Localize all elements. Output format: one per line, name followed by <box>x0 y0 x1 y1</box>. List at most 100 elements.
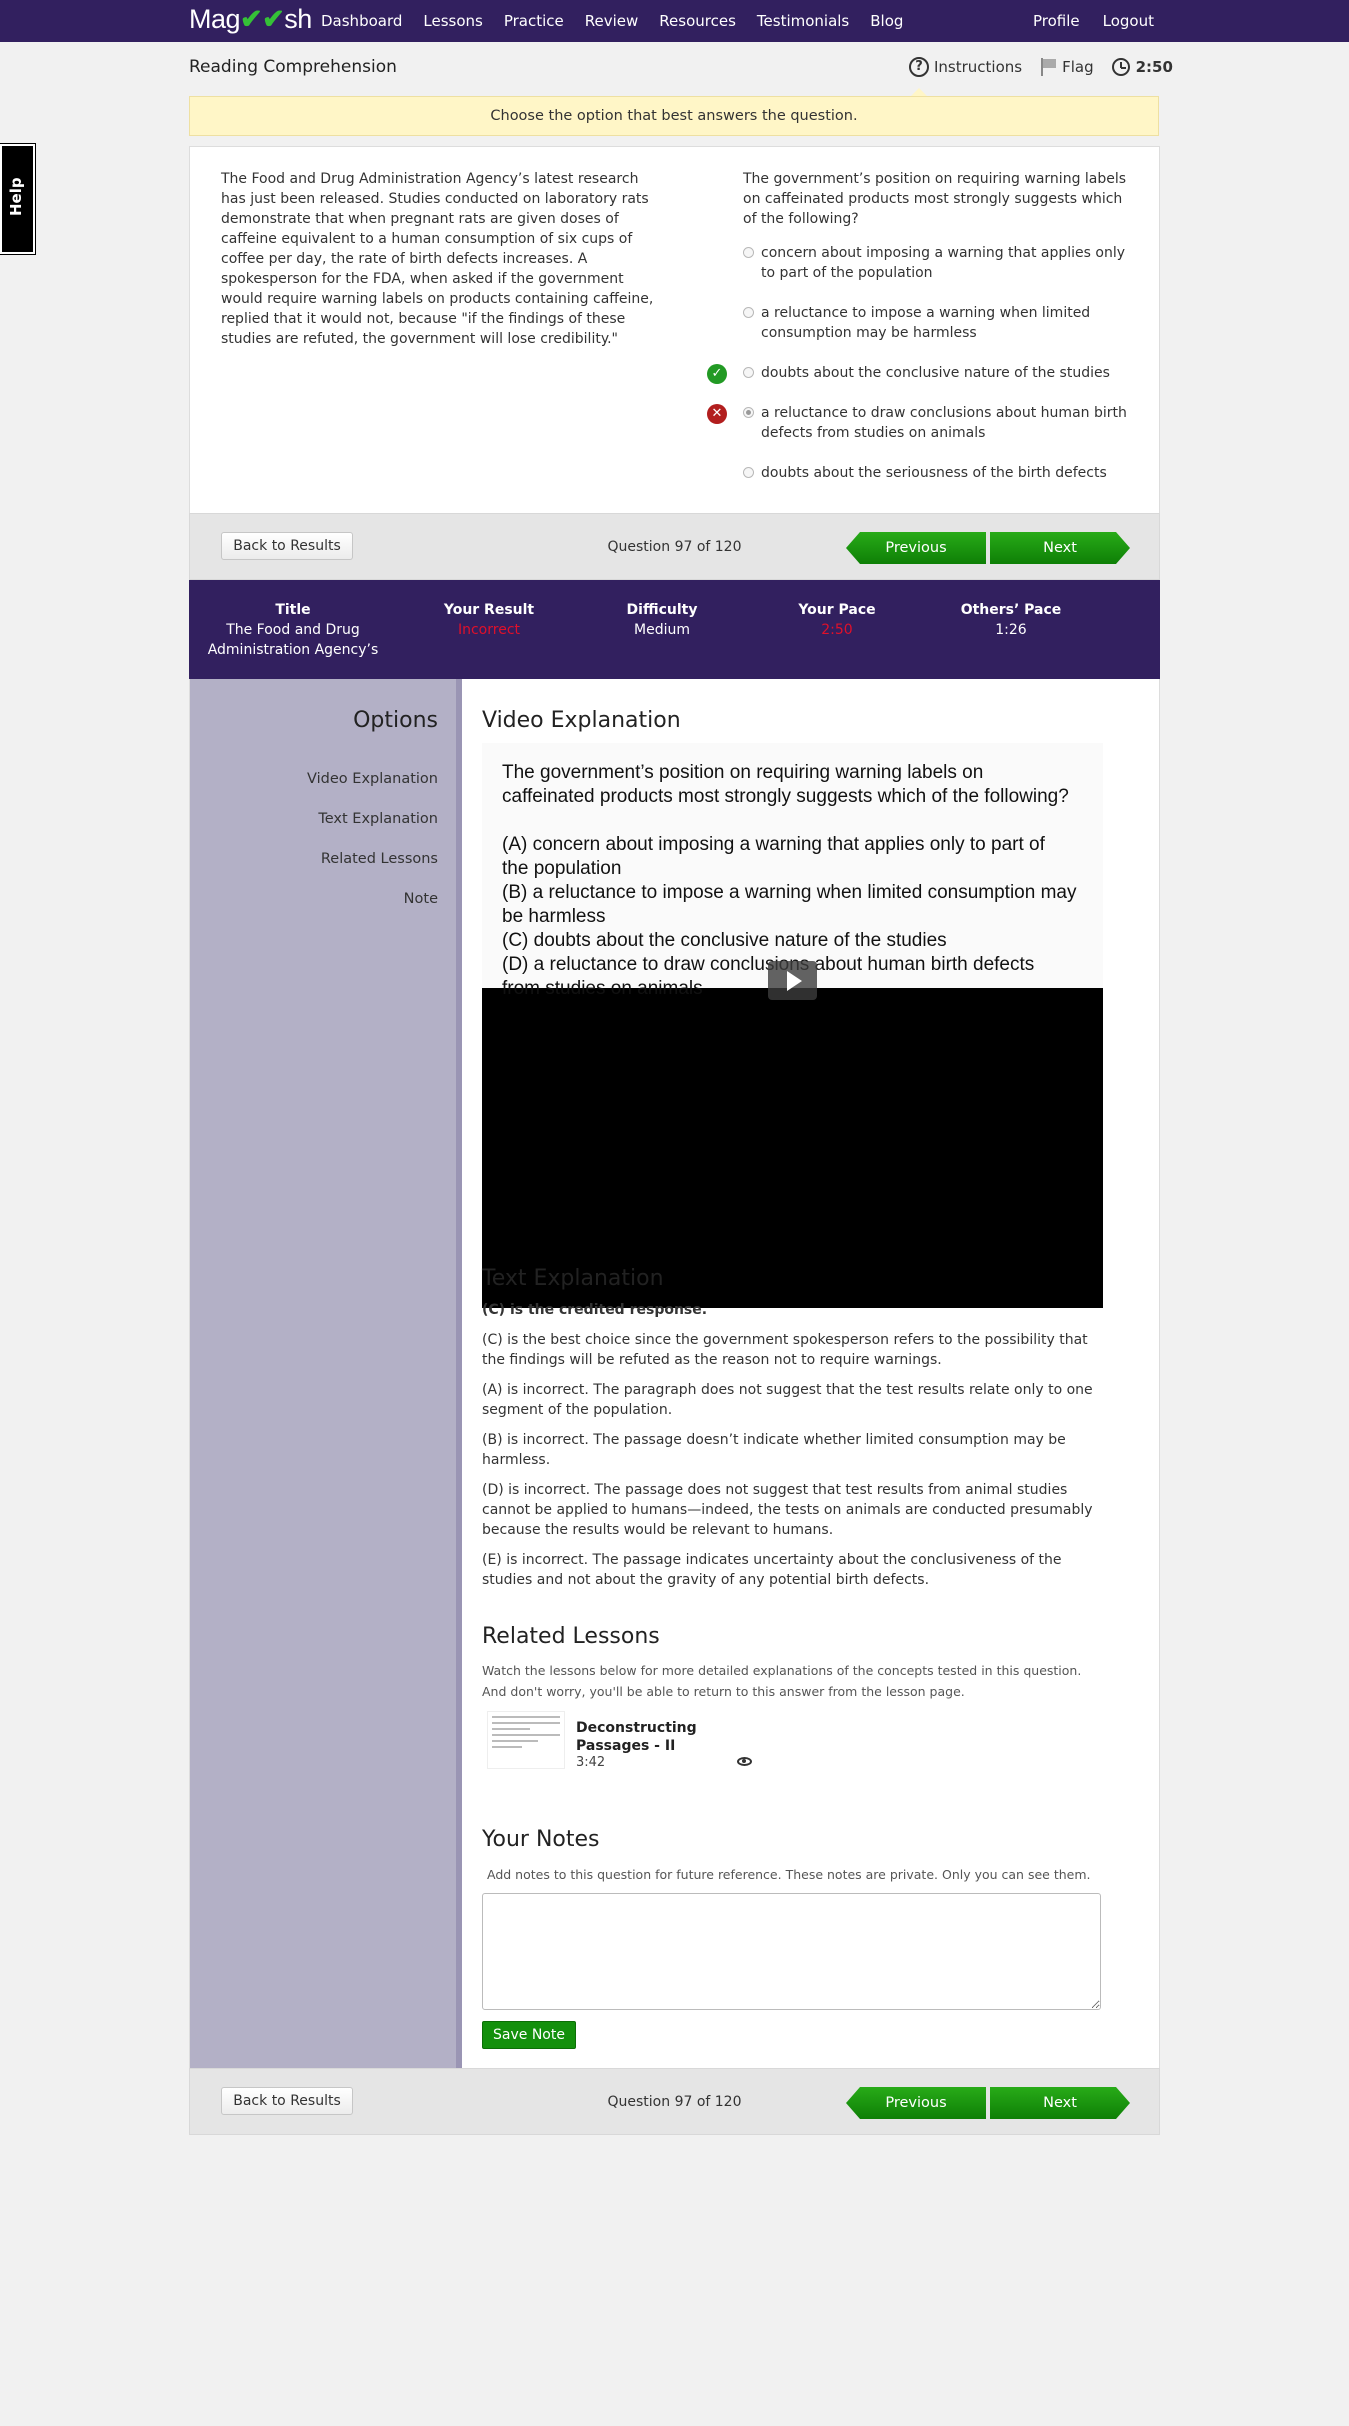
instructions-icon[interactable]: ? <box>909 57 929 77</box>
page-title: Reading Comprehension <box>189 57 397 77</box>
your-notes-heading: Your Notes <box>482 1827 600 1852</box>
account-nav: Profile Logout <box>1010 12 1154 30</box>
lesson-duration: 3:42 <box>576 1755 606 1770</box>
previous-button[interactable]: Previous <box>846 2087 986 2119</box>
stat-value: 1:26 <box>995 622 1027 638</box>
next-button[interactable]: Next <box>990 532 1130 564</box>
nav-link-resources[interactable]: Resources <box>659 12 736 30</box>
main-nav-links: Dashboard Lessons Practice Review Resour… <box>321 12 924 30</box>
question-toolbar: ? Instructions Flag 2:50 <box>909 57 1173 77</box>
instruction-banner: Choose the option that best answers the … <box>189 96 1159 136</box>
video-explanation-heading: Video Explanation <box>482 708 681 733</box>
stat-label: Your Result <box>443 602 535 618</box>
help-tab[interactable]: Help <box>0 143 36 255</box>
stat-title: Title The Food and Drug Administration A… <box>203 600 383 660</box>
next-button[interactable]: Next <box>990 2087 1130 2119</box>
nav-link-profile[interactable]: Profile <box>1033 12 1080 30</box>
explanation-paragraph: (B) is incorrect. The passage doesn’t in… <box>482 1432 1066 1468</box>
video-player[interactable]: The government’s position on requiring w… <box>482 743 1103 1308</box>
text-explanation-heading: Text Explanation <box>482 1266 664 1291</box>
nav-link-practice[interactable]: Practice <box>504 12 564 30</box>
choice-text: doubts about the conclusive nature of th… <box>761 365 1110 381</box>
nav-link-lessons[interactable]: Lessons <box>423 12 482 30</box>
nav-link-logout[interactable]: Logout <box>1103 12 1154 30</box>
radio-button-selected[interactable] <box>743 407 754 418</box>
eye-icon <box>737 1757 752 1766</box>
lesson-thumbnail[interactable] <box>487 1711 565 1769</box>
video-text-line: (A) concern about imposing a warning tha… <box>502 834 1045 855</box>
radio-button[interactable] <box>743 307 754 318</box>
help-tab-label: Help <box>7 177 25 216</box>
passage-text: The Food and Drug Administration Agency’… <box>221 171 654 347</box>
answer-choice-c[interactable]: ✓ doubts about the conclusive nature of … <box>707 363 1138 384</box>
credited-response: (C) is the credited response. <box>482 1302 708 1318</box>
stat-label: Your Pace <box>798 602 876 618</box>
stat-value: Incorrect <box>457 622 521 638</box>
notes-description: Add notes to this question for future re… <box>487 1867 1091 1882</box>
save-note-button[interactable]: Save Note <box>482 2021 576 2049</box>
option-text-explanation[interactable]: Text Explanation <box>318 811 438 827</box>
nav-link-testimonials[interactable]: Testimonials <box>757 12 849 30</box>
nav-link-blog[interactable]: Blog <box>870 12 903 30</box>
option-related-lessons[interactable]: Related Lessons <box>321 851 438 867</box>
notes-textarea[interactable] <box>482 1893 1101 2010</box>
question-panel: The Food and Drug Administration Agency’… <box>189 146 1160 513</box>
radio-button[interactable] <box>743 367 754 378</box>
stat-value: The Food and Drug Administration Agency’… <box>207 622 379 658</box>
stat-label: Title <box>275 602 311 618</box>
question-nav-bar-bottom: Back to Results Question 97 of 120 Previ… <box>189 2068 1160 2135</box>
back-to-results-button[interactable]: Back to Results <box>221 2087 353 2115</box>
choice-text: concern about imposing a warning that ap… <box>761 245 1126 281</box>
timer: 2:50 <box>1135 58 1173 76</box>
nav-link-review[interactable]: Review <box>585 12 639 30</box>
stat-your-result: Your Result Incorrect <box>429 600 549 640</box>
radio-button[interactable] <box>743 247 754 258</box>
video-text-line: (C) doubts about the conclusive nature o… <box>502 930 947 951</box>
lesson-title[interactable]: Deconstructing Passages - II <box>576 1719 716 1755</box>
stat-your-pace: Your Pace 2:50 <box>777 600 897 640</box>
choice-text: a reluctance to impose a warning when li… <box>761 305 1091 341</box>
logo-check-icon: ✔✔ <box>240 4 285 34</box>
text-explanation-body: (C) is the credited response. (C) is the… <box>482 1300 1103 1600</box>
incorrect-x-icon: ✕ <box>707 404 727 424</box>
answer-choice-b[interactable]: a reluctance to impose a warning when li… <box>743 303 1138 343</box>
clock-icon <box>1111 58 1130 76</box>
magoosh-logo[interactable]: Mag✔✔sh <box>189 4 312 35</box>
nav-link-dashboard[interactable]: Dashboard <box>321 12 402 30</box>
stat-value: Medium <box>634 622 690 638</box>
choice-text: doubts about the seriousness of the birt… <box>761 465 1107 481</box>
back-to-results-button[interactable]: Back to Results <box>221 532 353 560</box>
question-nav-bar-top: Back to Results Question 97 of 120 Previ… <box>189 513 1160 580</box>
stat-label: Others’ Pace <box>960 602 1062 618</box>
choice-text: a reluctance to draw conclusions about h… <box>761 405 1127 441</box>
flag-icon[interactable] <box>1040 58 1057 76</box>
logo-text: sh <box>284 4 312 34</box>
explanation-paragraph: (E) is incorrect. The passage indicates … <box>482 1552 1062 1588</box>
result-stats-bar: Title The Food and Drug Administration A… <box>189 580 1160 679</box>
answer-choice-e[interactable]: doubts about the seriousness of the birt… <box>743 463 1138 483</box>
related-lessons-description: Watch the lessons below for more detaile… <box>482 1663 1082 1699</box>
question-stem: The government’s position on requiring w… <box>743 171 1127 227</box>
top-nav: Mag✔✔sh Dashboard Lessons Practice Revie… <box>0 0 1349 42</box>
logo-text: Mag <box>189 4 241 34</box>
stat-value: 2:50 <box>821 622 853 638</box>
option-note[interactable]: Note <box>404 891 438 907</box>
video-frame: The government’s position on requiring w… <box>482 743 1103 999</box>
video-text-line: be harmless <box>502 906 606 927</box>
related-lessons-heading: Related Lessons <box>482 1624 660 1649</box>
answer-choice-a[interactable]: concern about imposing a warning that ap… <box>743 243 1138 283</box>
explanation-paragraph: (A) is incorrect. The paragraph does not… <box>482 1382 1093 1418</box>
stat-label: Difficulty <box>626 602 698 618</box>
instructions-link[interactable]: Instructions <box>934 58 1022 76</box>
answer-choice-d[interactable]: ✕ a reluctance to draw conclusions about… <box>707 403 1138 443</box>
previous-button[interactable]: Previous <box>846 532 986 564</box>
flag-link[interactable]: Flag <box>1062 58 1094 76</box>
option-video-explanation[interactable]: Video Explanation <box>307 771 438 787</box>
play-icon[interactable] <box>768 961 817 1000</box>
radio-button[interactable] <box>743 467 754 478</box>
options-sidebar: Options Video Explanation Text Explanati… <box>190 679 462 2068</box>
video-text-line: The government’s position on requiring w… <box>502 762 984 783</box>
video-text-line: caffeinated products most strongly sugge… <box>502 786 1069 807</box>
video-text-line: (B) a reluctance to impose a warning whe… <box>502 882 1077 903</box>
options-title: Options <box>353 708 438 733</box>
